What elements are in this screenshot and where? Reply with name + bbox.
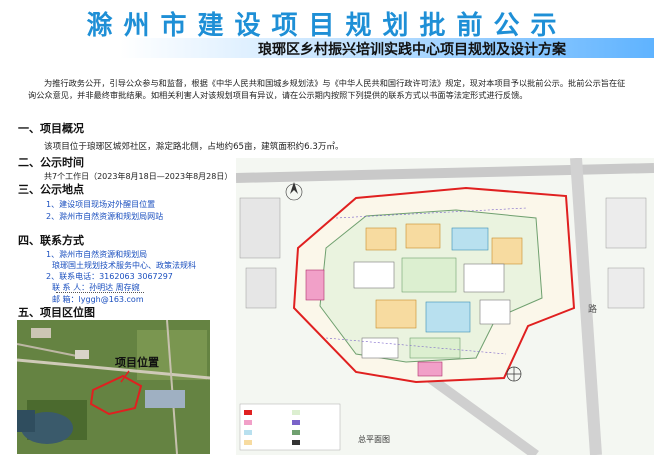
location-map: 项目位置 — [17, 320, 210, 454]
section-heading-period: 二、公示时间 — [18, 156, 84, 169]
section-heading-place: 三、公示地点 — [18, 183, 84, 196]
location-map-graphic — [17, 320, 210, 454]
sub-title: 琅琊区乡村振兴培训实践中心项目规划及设计方案 — [258, 42, 566, 58]
place-item-2: 2、滁州市自然资源和规划局网站 — [46, 212, 164, 221]
intro-paragraph: 为推行政务公开，引导公众参与和监督，根据《中华人民共和国城乡规划法》与《中华人民… — [28, 78, 626, 100]
section-heading-contact: 四、联系方式 — [18, 234, 84, 247]
place-item-1: 1、建设项目现场对外醒目位置 — [46, 200, 156, 209]
contact-line-1: 1、滁州市自然资源和规划局 — [46, 250, 148, 259]
overview-text: 该项目位于琅琊区城郊社区，滁定路北侧，占地约65亩，建筑面积约6.3万㎡。 — [44, 142, 344, 152]
site-plan: 路 总平面图 — [236, 158, 654, 455]
contact-line-3: 2、联系电话：3162063 3067297 — [46, 272, 173, 281]
plan-caption: 总平面图 — [358, 435, 390, 444]
dotted-divider — [56, 292, 144, 293]
main-title: 滁州市建设项目规划批前公示 — [86, 11, 568, 41]
road-label: 路 — [588, 305, 598, 315]
section-heading-location: 五、项目区位图 — [18, 306, 95, 319]
contact-line-2: 琅琊国土规划技术服务中心、政策法规科 — [52, 261, 196, 270]
section-heading-overview: 一、项目概况 — [18, 122, 84, 135]
location-map-label: 项目位置 — [115, 356, 159, 369]
